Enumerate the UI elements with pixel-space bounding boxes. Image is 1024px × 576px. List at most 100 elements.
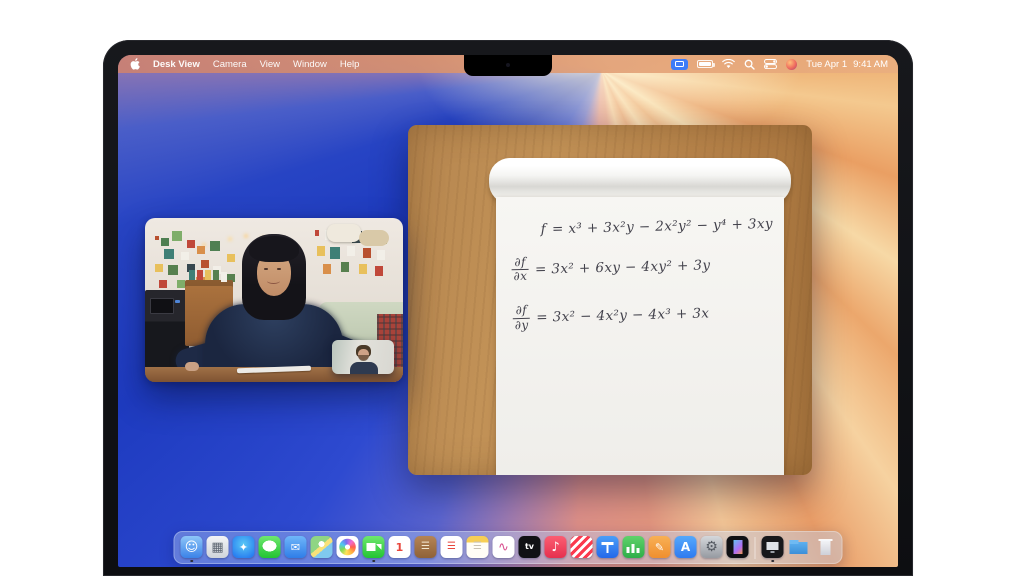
numbers-icon xyxy=(623,536,645,558)
battery-icon[interactable] xyxy=(697,60,713,68)
running-indicator xyxy=(372,560,375,563)
dock-finder[interactable]: ☺ xyxy=(180,534,204,561)
dock-reminders[interactable]: ☰ xyxy=(440,534,464,561)
self-beard xyxy=(358,355,369,361)
dock-contacts[interactable]: ☰ xyxy=(414,534,438,561)
dock-photos[interactable] xyxy=(336,534,360,561)
self-view-pip[interactable] xyxy=(332,340,394,374)
handwritten-equations: f = x³ + 3x²y − 2x²y² − y⁴ + 3xy ∂f ∂x =… xyxy=(510,216,777,353)
dock-tv[interactable]: tv xyxy=(518,534,542,561)
control-center-icon[interactable] xyxy=(764,59,777,69)
dock-desk-view-app[interactable] xyxy=(761,534,785,561)
string-lights xyxy=(215,242,217,244)
photo-collage-left xyxy=(155,236,159,240)
macbook-frame: Desk View Camera View Window Help Tue Apr 1 … xyxy=(103,40,913,576)
apple-menu[interactable] xyxy=(130,58,140,70)
finder-icon: ☺ xyxy=(181,536,203,558)
dock-safari[interactable]: ✦ xyxy=(232,534,256,561)
dock-app-store[interactable]: A xyxy=(674,534,698,561)
dock-facetime[interactable] xyxy=(362,534,386,561)
menu-view[interactable]: View xyxy=(260,59,280,70)
time-text: 9:41 AM xyxy=(853,59,888,70)
dock-messages[interactable] xyxy=(258,534,282,561)
menu-bar-status: Tue Apr 1 9:41 AM xyxy=(671,55,888,73)
news-icon xyxy=(571,536,593,558)
photos-icon xyxy=(337,536,359,558)
system-settings-icon: ⚙ xyxy=(701,536,723,558)
screen: Desk View Camera View Window Help Tue Apr 1 … xyxy=(118,55,898,567)
music-icon: ♪ xyxy=(545,536,567,558)
menu-bar-left: Desk View Camera View Window Help xyxy=(130,55,359,73)
dock-iphone-mirroring[interactable] xyxy=(726,534,750,561)
participant-bangs xyxy=(249,236,299,262)
pillow xyxy=(359,230,389,246)
menu-bar-clock[interactable]: Tue Apr 1 9:41 AM xyxy=(806,59,888,70)
dock: ☺▦✦✉1☰☰☰∿tv♪✎A⚙ xyxy=(174,531,843,564)
eq3-rhs: = 3x² − 4x²y − 4x³ + 3x xyxy=(536,305,710,325)
facetime-window[interactable] xyxy=(145,218,403,382)
equation-line-3: ∂f ∂y = 3x² − 4x²y − 4x³ + 3x xyxy=(512,298,777,332)
desk-view-window[interactable]: f = x³ + 3x²y − 2x²y² − y⁴ + 3xy ∂f ∂x =… xyxy=(408,125,812,475)
downloads-folder-icon xyxy=(788,536,810,558)
menu-window[interactable]: Window xyxy=(293,59,327,70)
date-text: Tue Apr 1 xyxy=(806,59,847,70)
pillow xyxy=(327,224,361,242)
dock-calendar[interactable]: 1 xyxy=(388,534,412,561)
dock-numbers[interactable] xyxy=(622,534,646,561)
desk-view-app-icon xyxy=(762,536,784,558)
eq2-fraction: ∂f ∂x xyxy=(511,256,529,284)
notepad: f = x³ + 3x²y − 2x²y² − y⁴ + 3xy ∂f ∂x =… xyxy=(496,158,784,475)
dock-system-settings[interactable]: ⚙ xyxy=(700,534,724,561)
dock-freeform[interactable]: ∿ xyxy=(492,534,516,561)
launchpad-icon: ▦ xyxy=(207,536,229,558)
wifi-icon[interactable] xyxy=(722,59,735,69)
dock-mail[interactable]: ✉ xyxy=(284,534,308,561)
maps-icon xyxy=(311,536,333,558)
apple-logo-icon xyxy=(130,58,140,70)
dock-keynote[interactable] xyxy=(596,534,620,561)
app-menu-items: Desk View Camera View Window Help xyxy=(153,59,359,70)
display-notch xyxy=(464,55,552,76)
menu-help[interactable]: Help xyxy=(340,59,360,70)
dock-maps[interactable] xyxy=(310,534,334,561)
dock-trash[interactable] xyxy=(813,534,837,561)
safari-icon: ✦ xyxy=(233,536,255,558)
trash-icon xyxy=(814,536,836,558)
running-indicator xyxy=(190,560,193,563)
notes-icon: ☰ xyxy=(467,536,489,558)
webcam-icon xyxy=(506,63,510,67)
app-store-icon: A xyxy=(675,536,697,558)
pages-icon: ✎ xyxy=(649,536,671,558)
siri-icon[interactable] xyxy=(786,59,797,70)
running-indicator xyxy=(771,560,774,563)
notepad-sheet: f = x³ + 3x²y − 2x²y² − y⁴ + 3xy ∂f ∂x =… xyxy=(496,197,784,475)
self-shirt xyxy=(350,362,378,374)
dock-pages[interactable]: ✎ xyxy=(648,534,672,561)
photo-collage-right xyxy=(315,230,319,236)
contacts-icon: ☰ xyxy=(415,536,437,558)
reminders-icon: ☰ xyxy=(441,536,463,558)
freeform-icon: ∿ xyxy=(493,536,515,558)
eq3-fraction: ∂f ∂y xyxy=(512,304,530,332)
equation-line-2: ∂f ∂x = 3x² + 6xy − 4xy² + 3y xyxy=(511,250,776,284)
dock-notes[interactable]: ☰ xyxy=(466,534,490,561)
menu-camera[interactable]: Camera xyxy=(213,59,247,70)
eq1-rhs: = x³ + 3x²y − 2x²y² − y⁴ + 3xy xyxy=(552,216,773,237)
messages-icon xyxy=(259,536,281,558)
dock-launchpad[interactable]: ▦ xyxy=(206,534,230,561)
tv-icon: tv xyxy=(519,536,541,558)
dock-music[interactable]: ♪ xyxy=(544,534,568,561)
mail-icon: ✉ xyxy=(285,536,307,558)
desk-view-indicator-icon[interactable] xyxy=(671,59,688,70)
calendar-icon: 1 xyxy=(389,536,411,558)
equation-line-1: f = x³ + 3x²y − 2x²y² − y⁴ + 3xy xyxy=(540,216,774,238)
facetime-icon xyxy=(363,536,385,558)
iphone-mirroring-icon xyxy=(727,536,749,558)
dock-downloads-folder[interactable] xyxy=(787,534,811,561)
dock-news[interactable] xyxy=(570,534,594,561)
participant-hand xyxy=(185,362,199,371)
search-icon[interactable] xyxy=(744,59,755,70)
dock-separator xyxy=(755,537,756,559)
menu-desk-view[interactable]: Desk View xyxy=(153,59,200,70)
eq2-rhs: = 3x² + 6xy − 4xy² + 3y xyxy=(535,257,711,277)
